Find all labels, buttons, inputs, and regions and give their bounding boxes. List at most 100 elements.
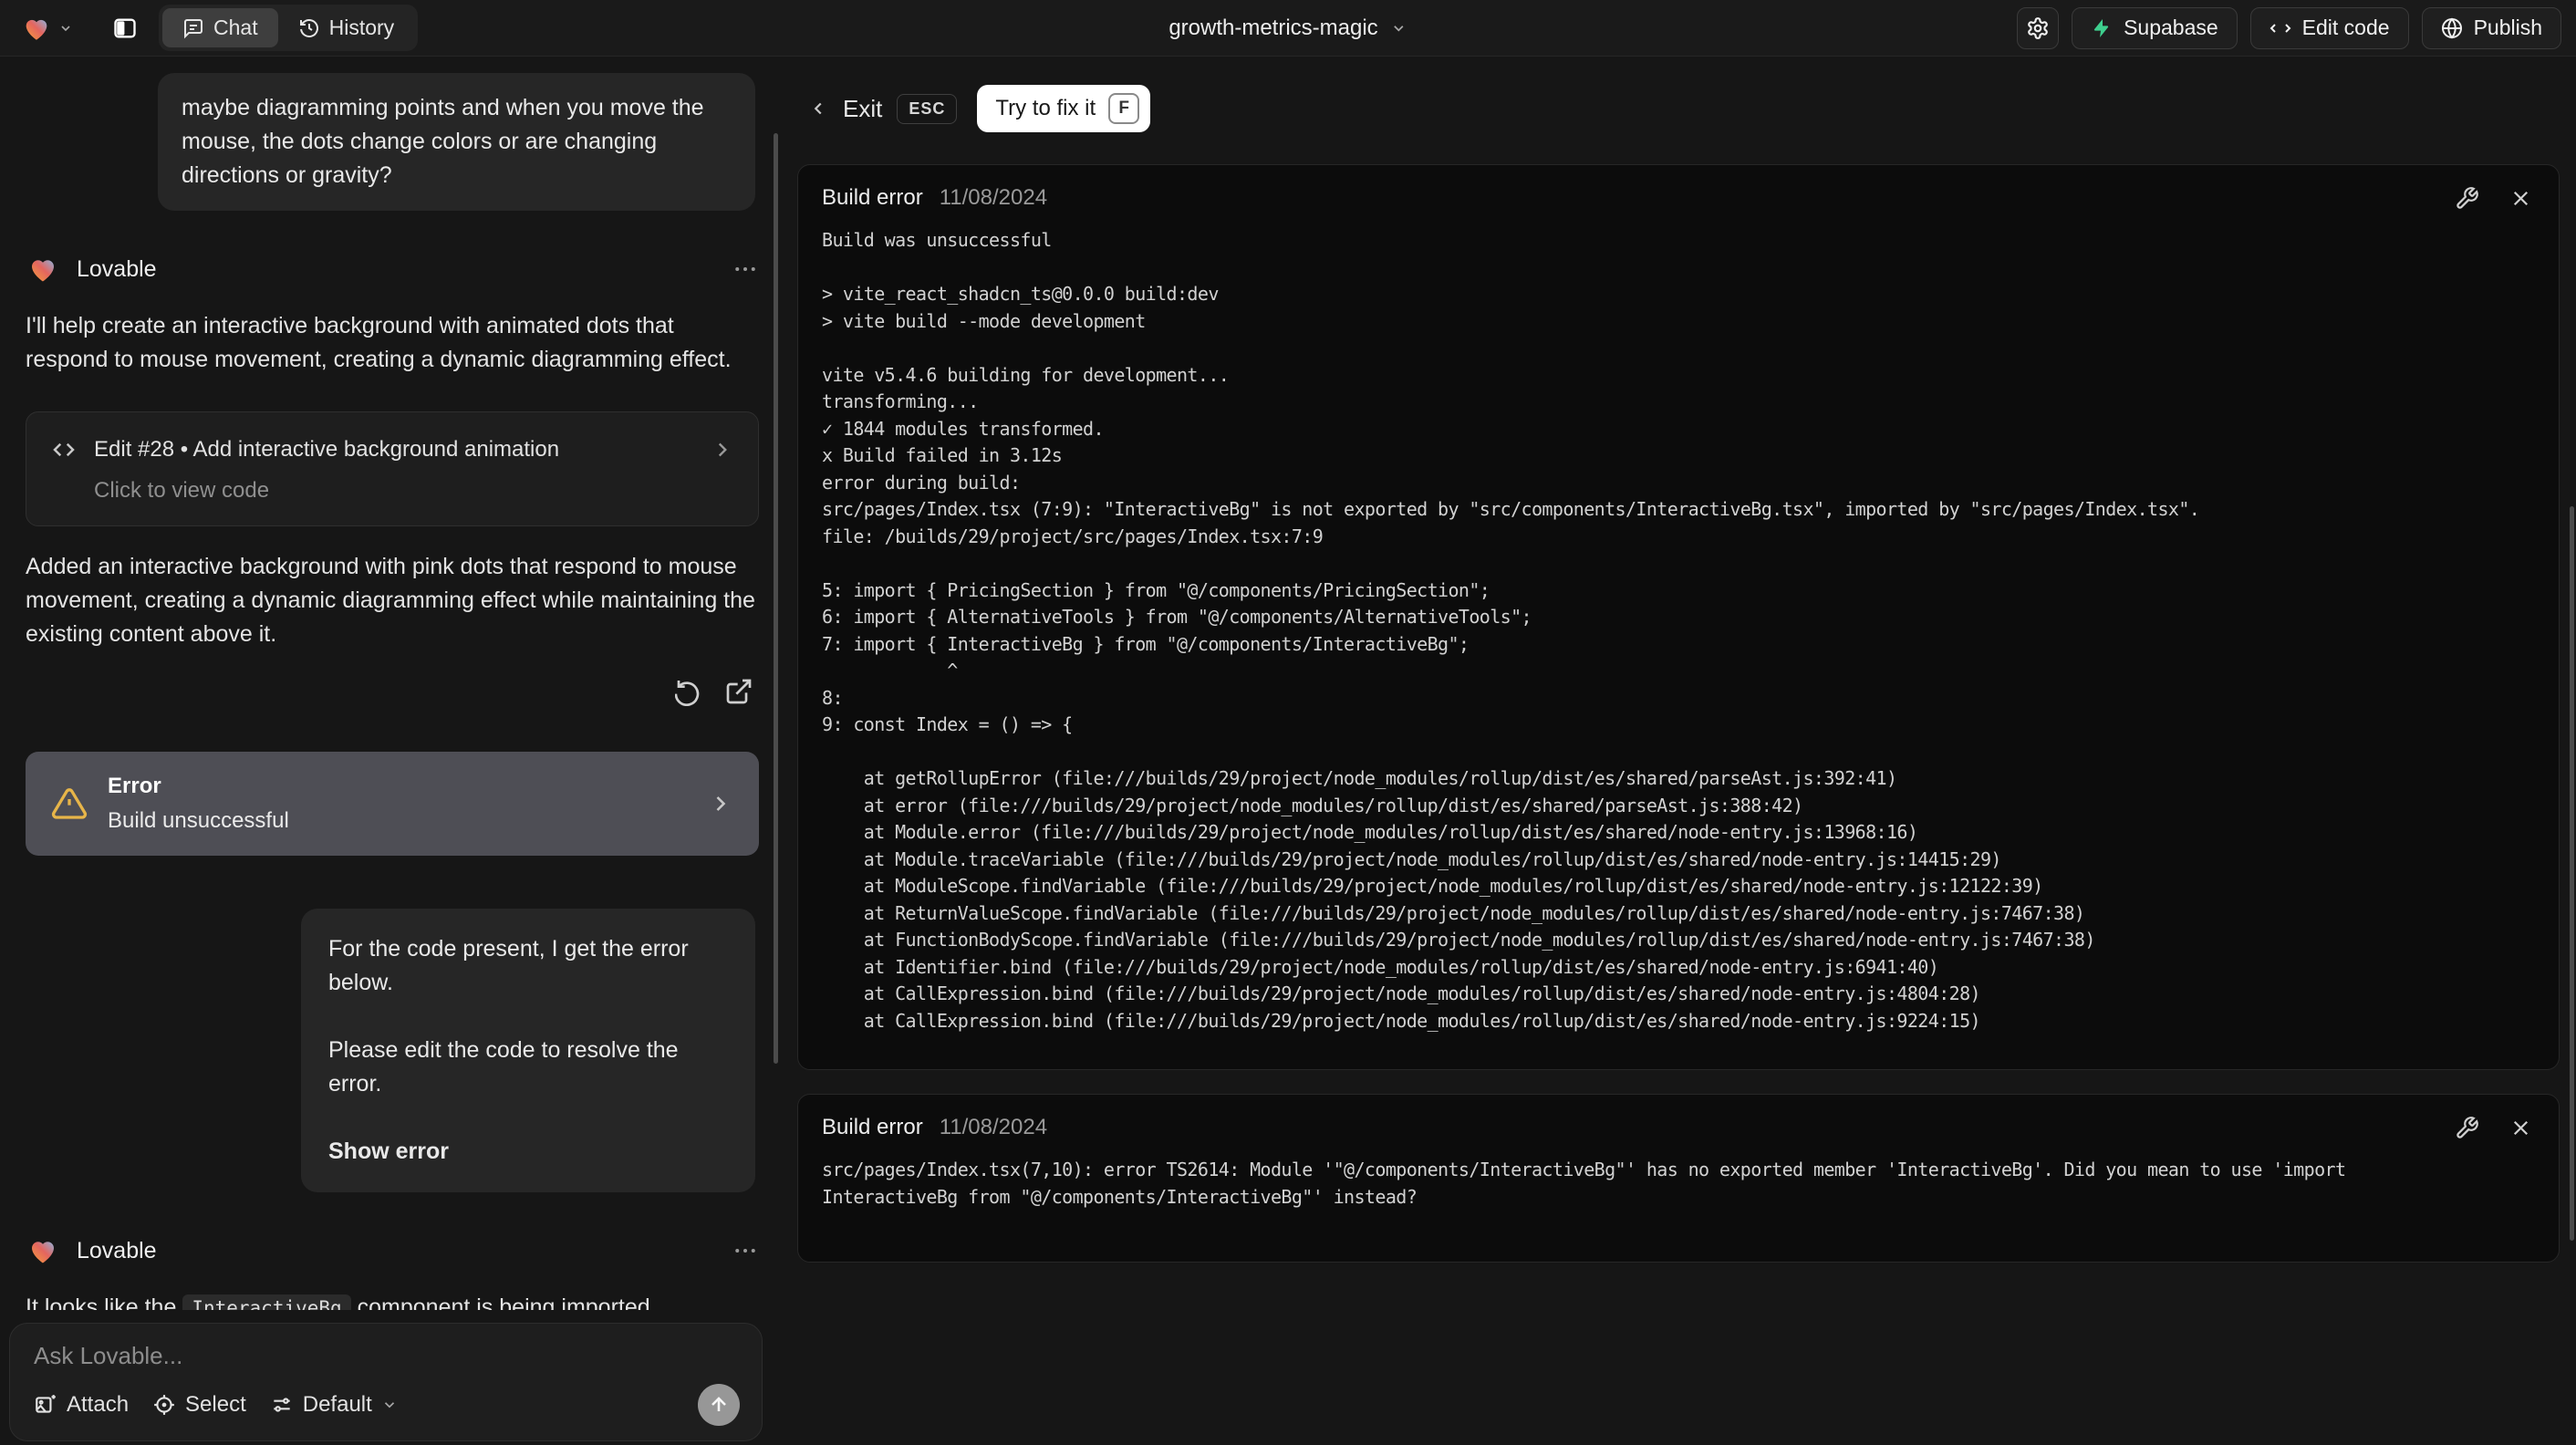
exit-button[interactable]: Exit ESC — [808, 93, 958, 124]
composer: Attach Select Default — [9, 1323, 763, 1441]
attach-button[interactable]: Attach — [34, 1392, 129, 1418]
user-message: maybe diagramming points and when you mo… — [158, 73, 755, 211]
close-icon — [2513, 191, 2529, 205]
error-card-title: Error — [108, 774, 161, 798]
chat-history-switch: Chat History — [159, 5, 419, 51]
chat-input[interactable] — [34, 1342, 740, 1384]
edit-card-title: Edit #28 • Add interactive background an… — [94, 437, 560, 462]
error-card-subtitle: Build unsuccessful — [108, 808, 289, 833]
chevron-left-icon — [814, 102, 822, 115]
edit-card-subtitle: Click to view code — [94, 478, 270, 503]
fix-with-ai-button[interactable] — [2455, 186, 2479, 211]
wrench-icon — [2457, 186, 2478, 209]
message-more-button[interactable] — [732, 255, 759, 283]
edit-code-button[interactable]: Edit code — [2249, 6, 2409, 49]
assistant-message: I'll help create an interactive backgrou… — [26, 313, 732, 372]
lovable-app: Chat History growth-metrics-magic Supaba… — [0, 0, 2576, 1445]
edit-card-28[interactable]: Edit #28 • Add interactive background an… — [26, 411, 759, 526]
tab-history-label: History — [328, 16, 395, 39]
exit-label: Exit — [843, 94, 883, 122]
assistant-header: Lovable — [26, 1234, 759, 1267]
select-button[interactable]: Select — [152, 1392, 246, 1418]
close-icon — [2513, 1120, 2529, 1135]
tab-history[interactable]: History — [278, 8, 415, 47]
project-name: growth-metrics-magic — [1169, 15, 1378, 40]
user-message: For the code present, I get the error be… — [301, 909, 755, 1192]
build-log: Build was unsuccessful > vite_react_shad… — [822, 229, 2200, 1032]
panel-date: 11/08/2024 — [939, 185, 1048, 210]
user-message-line: Please edit the code to resolve the erro… — [328, 1037, 679, 1097]
retry-button[interactable] — [675, 677, 704, 706]
supabase-bolt-icon — [2093, 18, 2109, 37]
preview-top-bar: Exit ESC Try to fix it F — [786, 57, 2576, 140]
chevron-down-icon — [384, 1402, 394, 1409]
chevron-down-icon — [61, 25, 70, 31]
select-target-icon — [154, 1395, 174, 1415]
attach-image-icon — [36, 1395, 56, 1413]
esc-key-badge: ESC — [897, 93, 958, 124]
preview-panel: Exit ESC Try to fix it F Build error 11/… — [786, 57, 2576, 1445]
edit-code-label: Edit code — [2301, 16, 2390, 39]
window-scrollbar[interactable] — [2570, 506, 2574, 1241]
open-preview-button[interactable] — [724, 677, 753, 706]
project-switcher[interactable]: growth-metrics-magic — [1169, 16, 1407, 41]
assistant-header: Lovable — [26, 253, 759, 286]
external-link-icon — [726, 679, 752, 704]
message-more-button[interactable] — [732, 1237, 759, 1264]
chat-panel: maybe diagramming points and when you mo… — [0, 57, 786, 1445]
panel-title: Build error — [822, 185, 923, 210]
tab-chat[interactable]: Chat — [162, 8, 278, 47]
chevron-right-icon — [708, 791, 733, 816]
user-message-line: For the code present, I get the error be… — [328, 936, 689, 995]
settings-button[interactable] — [2017, 6, 2060, 49]
lovable-logo-menu[interactable] — [15, 13, 78, 44]
build-log: src/pages/Index.tsx(7,10): error TS2614:… — [822, 1159, 2346, 1208]
wrench-icon — [2457, 1116, 2478, 1138]
sidebar-toggle-button[interactable] — [104, 7, 146, 49]
chat-scrollbar[interactable] — [774, 133, 778, 1064]
sliders-icon — [274, 1398, 290, 1412]
supabase-button[interactable]: Supabase — [2072, 6, 2238, 49]
panel-title: Build error — [822, 1115, 923, 1139]
globe-icon — [2441, 16, 2462, 39]
warning-triangle-icon — [51, 788, 88, 819]
select-label: Select — [185, 1392, 246, 1417]
show-error-link[interactable]: Show error — [328, 1135, 728, 1169]
close-panel-button[interactable] — [2508, 1116, 2533, 1140]
assistant-name: Lovable — [77, 255, 157, 282]
lovable-avatar — [32, 260, 54, 282]
rotate-ccw-icon — [675, 681, 700, 706]
publish-button[interactable]: Publish — [2421, 6, 2561, 49]
panel-date: 11/08/2024 — [939, 1115, 1048, 1139]
lovable-avatar — [32, 1242, 54, 1263]
arrow-up-icon — [712, 1397, 726, 1411]
supabase-label: Supabase — [2124, 16, 2218, 39]
build-error-panel: Build error 11/08/2024 Build was unsucce… — [797, 164, 2560, 1070]
lovable-heart-icon — [26, 19, 47, 40]
assistant-message: Added an interactive background with pin… — [26, 554, 755, 647]
assistant-name: Lovable — [77, 1237, 157, 1263]
chevron-down-icon — [1394, 25, 1404, 32]
text-segment: It looks like the — [26, 1294, 183, 1310]
inline-code: InteractiveBg — [182, 1294, 351, 1310]
build-error-card[interactable]: Error Build unsuccessful — [26, 752, 759, 856]
chat-bubble-icon — [184, 18, 203, 38]
fix-button-label: Try to fix it — [995, 96, 1096, 120]
chevron-right-icon — [711, 438, 734, 462]
chat-scroll-area: maybe diagramming points and when you mo… — [0, 57, 786, 1310]
send-button[interactable] — [698, 1384, 740, 1426]
code-brackets-icon — [2270, 23, 2291, 33]
more-horizontal-icon — [735, 1249, 755, 1253]
assistant-message: It looks like the InteractiveBg componen… — [26, 1291, 759, 1310]
fix-with-ai-button[interactable] — [2455, 1116, 2479, 1140]
attach-label: Attach — [67, 1392, 130, 1417]
mode-label: Default — [302, 1392, 372, 1417]
try-to-fix-button[interactable]: Try to fix it F — [977, 85, 1151, 132]
gear-icon — [2028, 16, 2048, 39]
close-panel-button[interactable] — [2508, 186, 2533, 211]
build-error-panel: Build error 11/08/2024 src/pages/Index.t… — [797, 1094, 2560, 1263]
mode-selector[interactable]: Default — [270, 1392, 398, 1418]
f-key-badge: F — [1108, 93, 1140, 124]
history-icon — [299, 18, 318, 37]
more-horizontal-icon — [735, 267, 755, 271]
